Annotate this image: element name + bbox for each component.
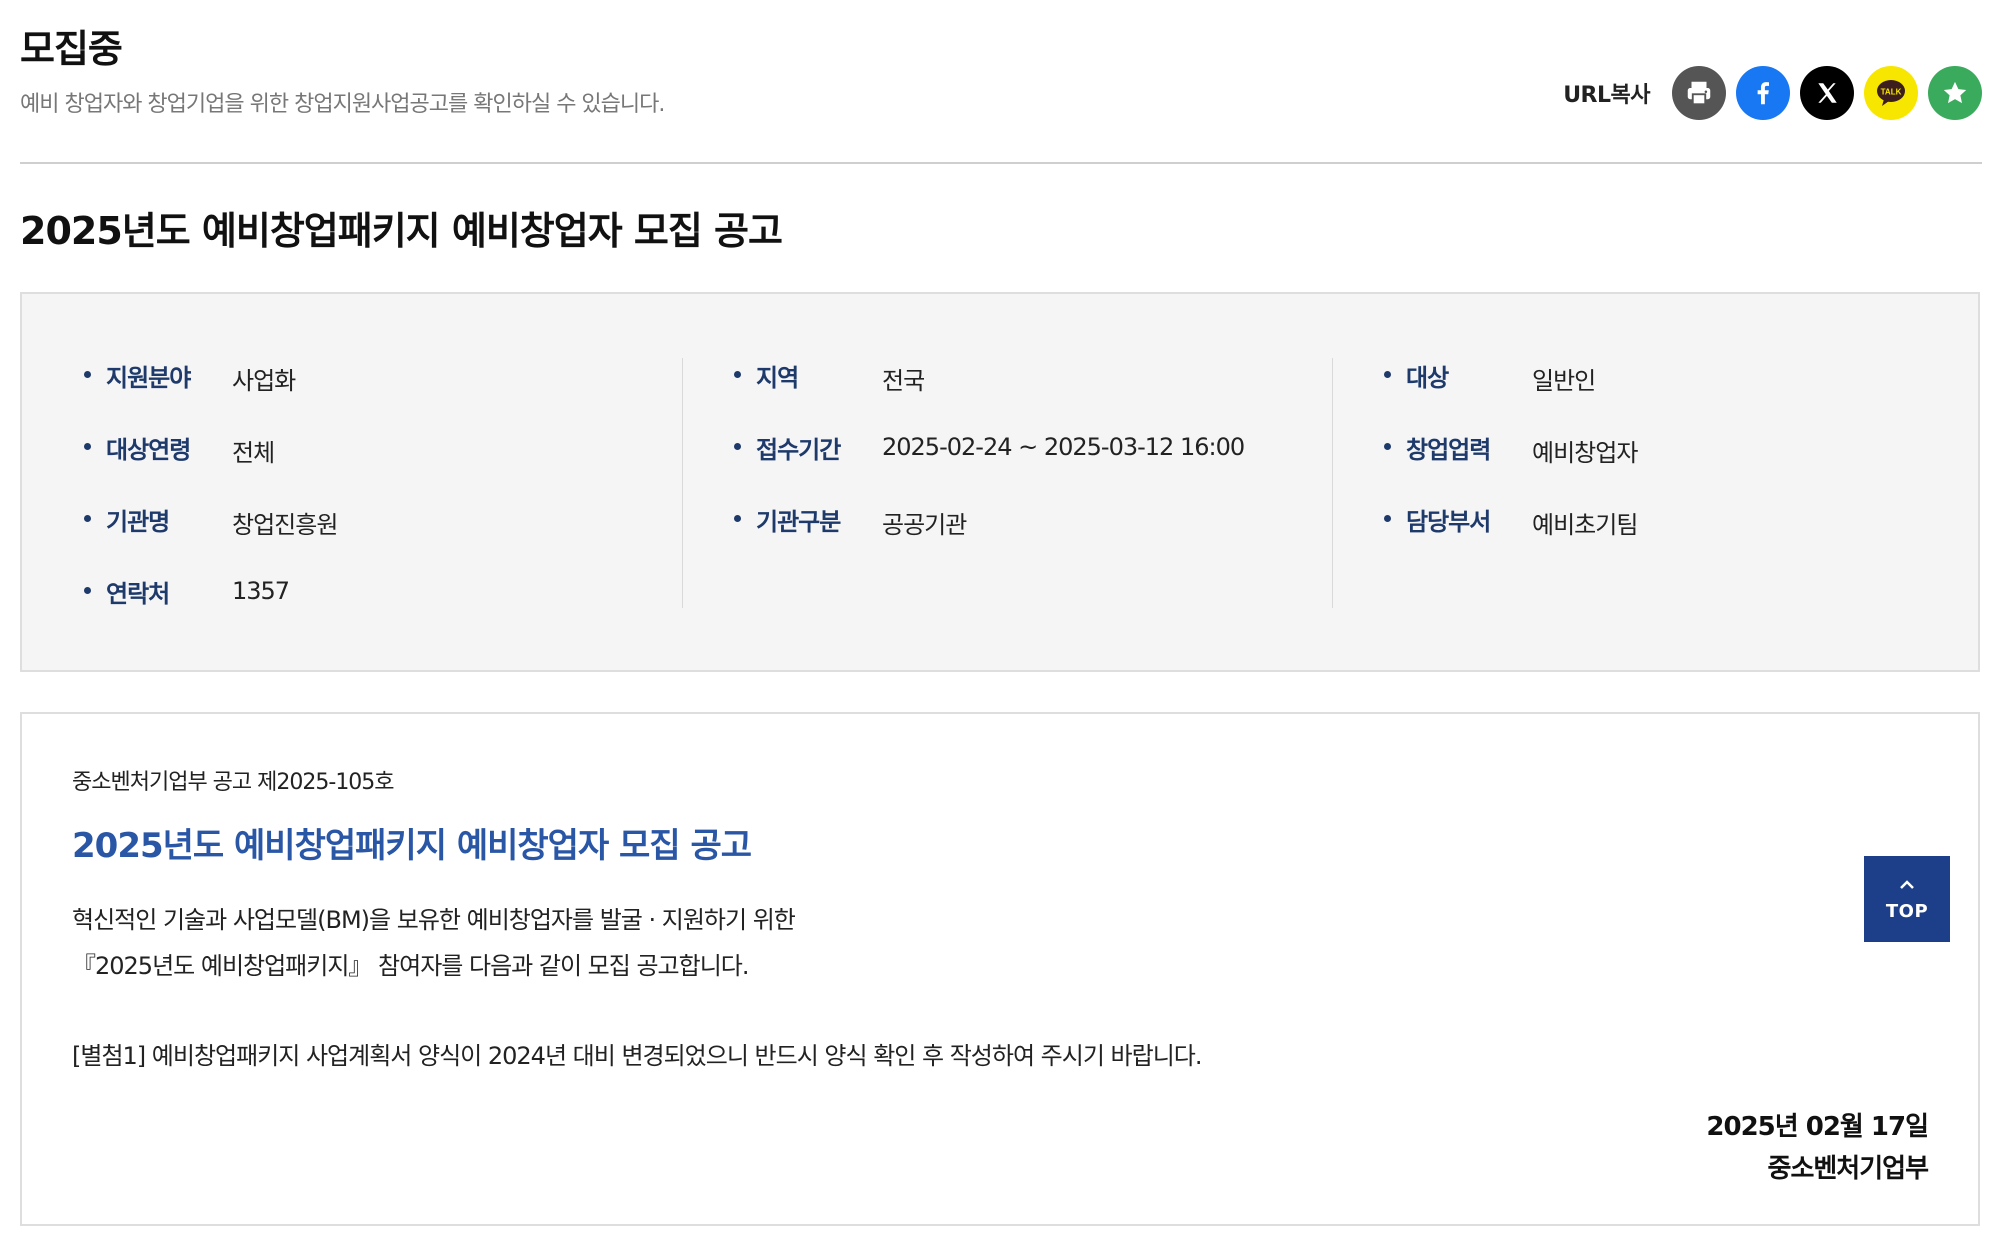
info-value: 공공기관 xyxy=(882,511,967,539)
notice-body-line: 『2025년도 예비창업패키지』 참여자를 다음과 같이 모집 공고합니다. xyxy=(72,952,749,980)
scroll-top-button[interactable]: TOP xyxy=(1864,856,1950,942)
info-column-3: 대상 일반인 창업업력 예비창업자 담당부서 예비초기팀 xyxy=(1384,358,1944,574)
post-title: 2025년도 예비창업패키지 예비창업자 모집 공고 xyxy=(20,209,783,253)
page-description: 예비 창업자와 창업기업을 위한 창업지원사업공고를 확인하실 수 있습니다. xyxy=(20,92,665,117)
info-value: 예비창업자 xyxy=(1532,439,1638,467)
column-divider xyxy=(682,358,683,608)
info-value: 전국 xyxy=(882,367,925,395)
header-divider xyxy=(20,162,1982,164)
info-label: 기관구분 xyxy=(756,508,841,536)
info-value: 창업진흥원 xyxy=(232,511,338,539)
info-value: 예비초기팀 xyxy=(1532,511,1638,539)
info-label: 담당부서 xyxy=(1406,508,1491,536)
column-divider xyxy=(1332,358,1333,608)
info-value: 일반인 xyxy=(1532,367,1596,395)
facebook-icon xyxy=(1757,82,1769,105)
info-label: 대상 xyxy=(1406,364,1449,392)
info-row-department: 담당부서 예비초기팀 xyxy=(1384,502,1944,574)
chevron-up-icon xyxy=(1899,877,1915,893)
info-row-target: 대상 일반인 xyxy=(1384,358,1944,430)
info-label: 대상연령 xyxy=(106,436,191,464)
notice-body-line: 혁신적인 기술과 사업모델(BM)을 보유한 예비창업자를 발굴 · 지원하기 … xyxy=(72,906,796,934)
bullet-icon xyxy=(734,371,741,378)
info-row-region: 지역 전국 xyxy=(734,358,1294,430)
bullet-icon xyxy=(84,443,91,450)
share-bar: URL복사 TALK xyxy=(1563,66,1982,120)
url-copy-button[interactable]: URL복사 xyxy=(1563,77,1650,109)
facebook-share-button[interactable] xyxy=(1736,66,1790,120)
notice-title: 2025년도 예비창업패키지 예비창업자 모집 공고 xyxy=(72,826,752,866)
bullet-icon xyxy=(734,515,741,522)
info-row-business-age: 창업업력 예비창업자 xyxy=(1384,430,1944,502)
star-icon xyxy=(1943,81,1967,104)
bullet-icon xyxy=(734,443,741,450)
info-label: 창업업력 xyxy=(1406,436,1491,464)
top-button-label: TOP xyxy=(1885,900,1929,922)
info-row-application-period: 접수기간 2025-02-24 ~ 2025-03-12 16:00 xyxy=(734,430,1294,502)
kakaotalk-icon-text: TALK xyxy=(1881,88,1902,97)
x-share-button[interactable] xyxy=(1800,66,1854,120)
x-icon xyxy=(1818,83,1837,103)
bullet-icon xyxy=(84,515,91,522)
notice-number: 중소벤처기업부 공고 제2025-105호 xyxy=(72,770,395,795)
bullet-icon xyxy=(1384,515,1391,522)
attachment-note: [별첨1] 예비창업패키지 사업계획서 양식이 2024년 대비 변경되었으니 … xyxy=(72,1042,1202,1070)
bullet-icon xyxy=(1384,443,1391,450)
bullet-icon xyxy=(1384,371,1391,378)
notice-content-box: 중소벤처기업부 공고 제2025-105호 2025년도 예비창업패키지 예비창… xyxy=(20,712,1980,1226)
printer-icon xyxy=(1687,81,1711,106)
info-label: 지원분야 xyxy=(106,364,191,392)
info-row-organization-type: 기관구분 공공기관 xyxy=(734,502,1294,574)
info-value: 전체 xyxy=(232,439,275,467)
info-summary-box: 지원분야 사업화 대상연령 전체 기관명 창업진흥원 연락처 1357 지역 전… xyxy=(20,292,1980,672)
page-title: 모집중 xyxy=(20,27,123,71)
info-row-target-age: 대상연령 전체 xyxy=(84,430,644,502)
kakaotalk-share-button[interactable]: TALK xyxy=(1864,66,1918,120)
bullet-icon xyxy=(84,371,91,378)
info-label: 접수기간 xyxy=(756,436,841,464)
print-button[interactable] xyxy=(1672,66,1726,120)
notice-organization: 중소벤처기업부 xyxy=(1767,1154,1929,1184)
bullet-icon xyxy=(84,587,91,594)
info-label: 연락처 xyxy=(106,580,170,608)
info-row-support-field: 지원분야 사업화 xyxy=(84,358,644,430)
info-value: 2025-02-24 ~ 2025-03-12 16:00 xyxy=(882,433,1245,461)
info-value: 사업화 xyxy=(232,367,296,395)
kakaotalk-icon: TALK xyxy=(1877,80,1905,106)
notice-date: 2025년 02월 17일 xyxy=(1706,1112,1929,1142)
favorite-button[interactable] xyxy=(1928,66,1982,120)
info-value: 1357 xyxy=(232,577,290,605)
info-row-contact: 연락처 1357 xyxy=(84,574,644,646)
info-row-organization: 기관명 창업진흥원 xyxy=(84,502,644,574)
info-label: 기관명 xyxy=(106,508,170,536)
info-label: 지역 xyxy=(756,364,799,392)
info-column-1: 지원분야 사업화 대상연령 전체 기관명 창업진흥원 연락처 1357 xyxy=(84,358,644,646)
info-column-2: 지역 전국 접수기간 2025-02-24 ~ 2025-03-12 16:00… xyxy=(734,358,1294,574)
